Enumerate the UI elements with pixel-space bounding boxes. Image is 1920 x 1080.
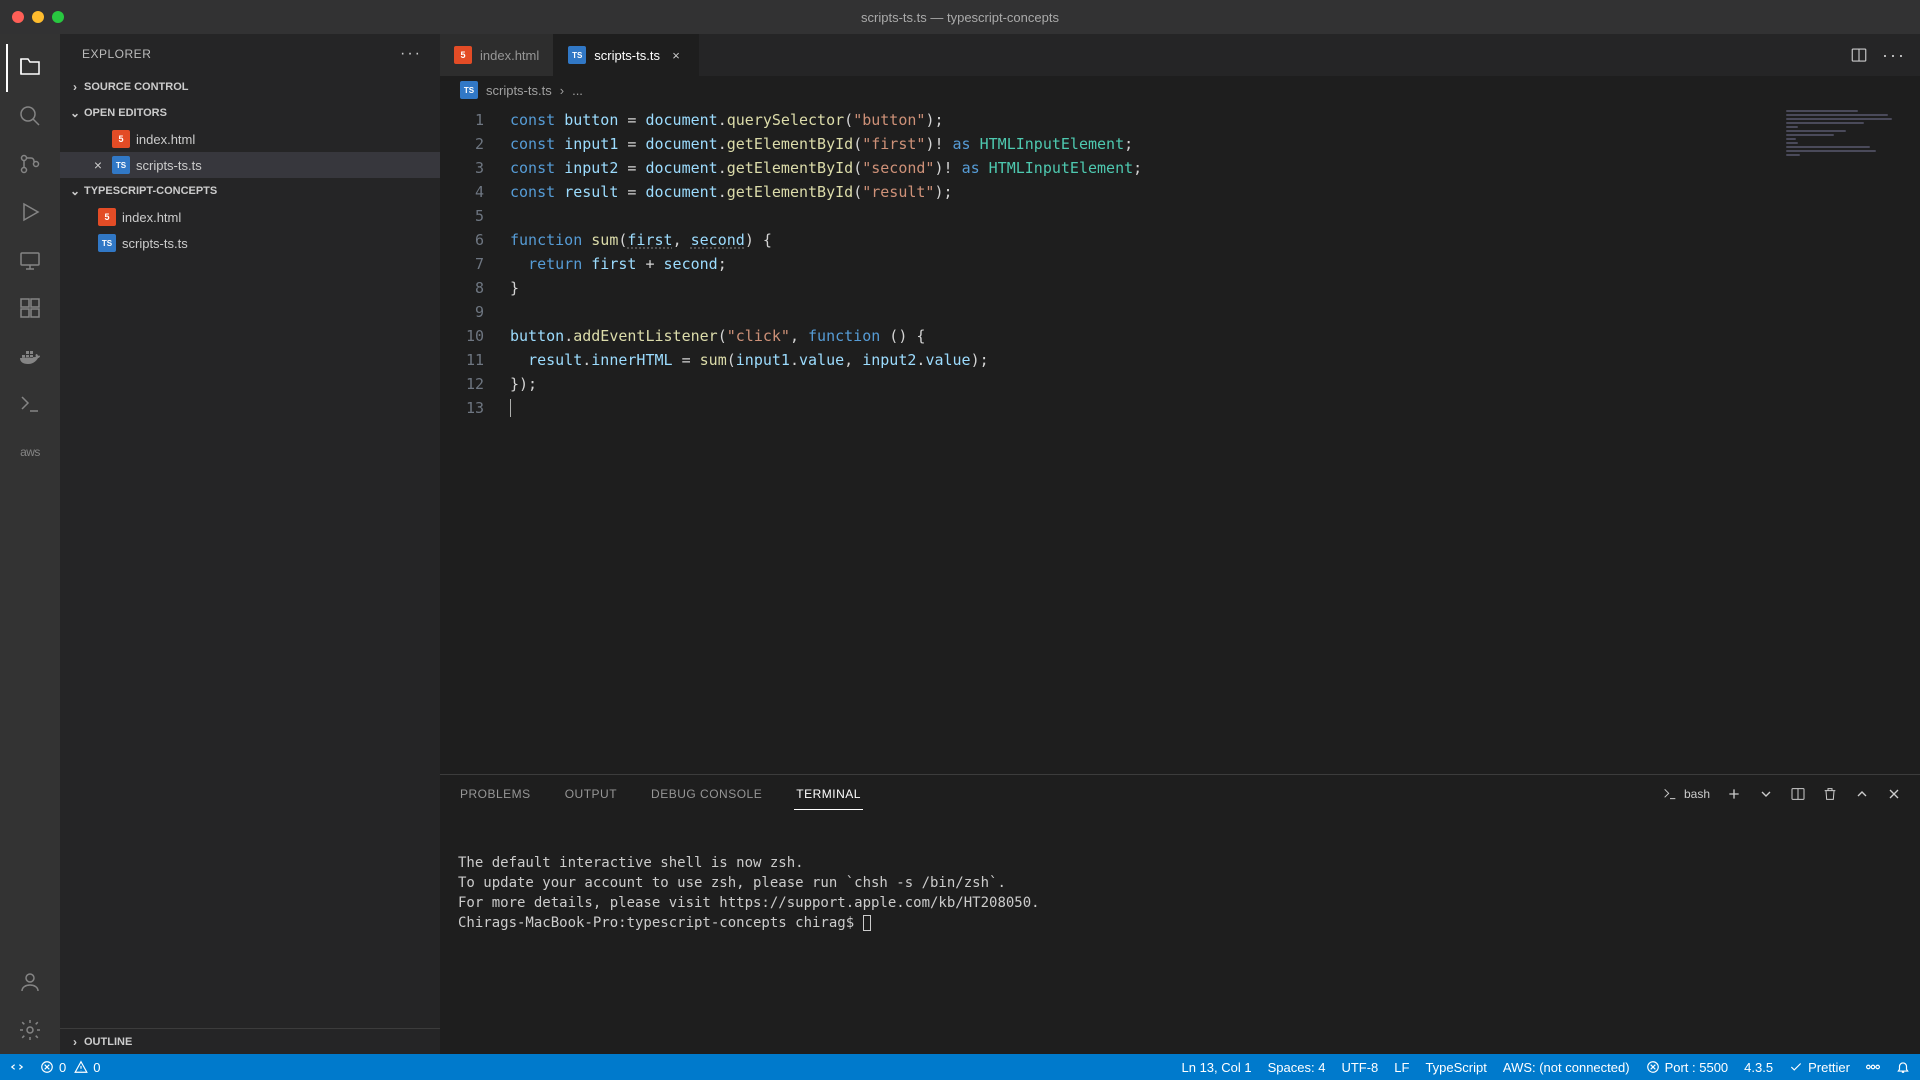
line-gutter: 12345678910111213: [440, 104, 510, 774]
editor-area: 5 index.html TS scripts-ts.ts × ··· TS s…: [440, 34, 1920, 1054]
remote-explorer-icon[interactable]: [6, 236, 54, 284]
open-editors-label: OPEN EDITORS: [84, 107, 167, 119]
ts-file-icon: TS: [98, 234, 116, 252]
eol[interactable]: LF: [1394, 1060, 1409, 1075]
open-editor-item[interactable]: × TS scripts-ts.ts: [60, 152, 440, 178]
minimap[interactable]: [1786, 108, 1906, 148]
chevron-down-icon: ⌄: [68, 106, 82, 120]
window-controls: [12, 11, 64, 23]
debug-console-tab[interactable]: DEBUG CONSOLE: [649, 779, 764, 809]
html-file-icon: 5: [98, 208, 116, 226]
notifications-icon[interactable]: [1896, 1060, 1910, 1074]
minimize-window-button[interactable]: [32, 11, 44, 23]
activity-bar: aws: [0, 34, 60, 1054]
project-label: TYPESCRIPT-CONCEPTS: [84, 185, 217, 197]
ts-file-icon: TS: [112, 156, 130, 174]
problems-tab[interactable]: PROBLEMS: [458, 779, 533, 809]
tab-label: index.html: [480, 48, 539, 63]
file-name: index.html: [136, 132, 195, 147]
code-content[interactable]: const button = document.querySelector("b…: [510, 104, 1920, 774]
kill-terminal-icon[interactable]: [1822, 786, 1838, 802]
close-icon[interactable]: ×: [90, 157, 106, 173]
split-terminal-icon[interactable]: [1790, 786, 1806, 802]
terminal-dropdown-icon[interactable]: [1758, 786, 1774, 802]
breadcrumb[interactable]: TS scripts-ts.ts › ...: [440, 76, 1920, 104]
settings-gear-icon[interactable]: [6, 1006, 54, 1054]
file-name: index.html: [122, 210, 181, 225]
live-server-port[interactable]: Port : 5500: [1646, 1060, 1729, 1075]
shell-name: bash: [1684, 787, 1710, 801]
file-name: scripts-ts.ts: [136, 158, 202, 173]
source-control-icon[interactable]: [6, 140, 54, 188]
file-name: scripts-ts.ts: [122, 236, 188, 251]
feedback-icon[interactable]: [1866, 1060, 1880, 1074]
indentation[interactable]: Spaces: 4: [1268, 1060, 1326, 1075]
editor-tabs: 5 index.html TS scripts-ts.ts × ···: [440, 34, 1920, 76]
close-tab-icon[interactable]: ×: [668, 48, 684, 63]
ts-file-icon: TS: [460, 81, 478, 99]
breadcrumb-file: scripts-ts.ts: [486, 83, 552, 98]
open-editors-section[interactable]: ⌄ OPEN EDITORS: [60, 100, 440, 126]
panel-tabs: PROBLEMS OUTPUT DEBUG CONSOLE TERMINAL b…: [440, 775, 1920, 813]
file-item[interactable]: TS scripts-ts.ts: [60, 230, 440, 256]
encoding[interactable]: UTF-8: [1341, 1060, 1378, 1075]
new-terminal-icon[interactable]: [1726, 786, 1742, 802]
file-item[interactable]: 5 index.html: [60, 204, 440, 230]
shell-selector[interactable]: bash: [1662, 786, 1710, 802]
html-file-icon: 5: [454, 46, 472, 64]
sidebar-header: EXPLORER ···: [60, 34, 440, 74]
ts-file-icon: TS: [568, 46, 586, 64]
sidebar-title: EXPLORER: [82, 47, 151, 61]
outline-label: OUTLINE: [84, 1036, 132, 1048]
typescript-version[interactable]: 4.3.5: [1744, 1060, 1773, 1075]
terminal-tab[interactable]: TERMINAL: [794, 779, 863, 810]
code-editor[interactable]: 12345678910111213 const button = documen…: [440, 104, 1920, 774]
prettier-status[interactable]: Prettier: [1789, 1060, 1850, 1075]
editor-tab[interactable]: 5 index.html: [440, 34, 554, 76]
chevron-right-icon: ›: [560, 83, 564, 98]
html-file-icon: 5: [112, 130, 130, 148]
terminal-shortcut-icon[interactable]: [6, 380, 54, 428]
window-title: scripts-ts.ts — typescript-concepts: [861, 10, 1059, 25]
split-editor-icon[interactable]: [1850, 46, 1868, 64]
breadcrumb-rest: ...: [572, 83, 583, 98]
search-icon[interactable]: [6, 92, 54, 140]
open-editor-item[interactable]: × 5 index.html: [60, 126, 440, 152]
cursor-position[interactable]: Ln 13, Col 1: [1182, 1060, 1252, 1075]
accounts-icon[interactable]: [6, 958, 54, 1006]
chevron-right-icon: ›: [68, 80, 82, 94]
sidebar: EXPLORER ··· › SOURCE CONTROL ⌄ OPEN EDI…: [60, 34, 440, 1054]
titlebar: scripts-ts.ts — typescript-concepts: [0, 0, 1920, 34]
source-control-section[interactable]: › SOURCE CONTROL: [60, 74, 440, 100]
warnings-count[interactable]: 0: [74, 1060, 100, 1075]
tab-label: scripts-ts.ts: [594, 48, 660, 63]
close-window-button[interactable]: [12, 11, 24, 23]
aws-status[interactable]: AWS: (not connected): [1503, 1060, 1630, 1075]
bottom-panel: PROBLEMS OUTPUT DEBUG CONSOLE TERMINAL b…: [440, 774, 1920, 1054]
maximize-window-button[interactable]: [52, 11, 64, 23]
chevron-down-icon: ⌄: [68, 184, 82, 198]
remote-indicator[interactable]: [10, 1060, 24, 1074]
chevron-right-icon: ›: [68, 1035, 82, 1049]
explorer-icon[interactable]: [6, 44, 54, 92]
outline-section[interactable]: › OUTLINE: [60, 1028, 440, 1054]
run-debug-icon[interactable]: [6, 188, 54, 236]
language-mode[interactable]: TypeScript: [1425, 1060, 1486, 1075]
extensions-icon[interactable]: [6, 284, 54, 332]
sidebar-more-icon[interactable]: ···: [400, 45, 422, 63]
project-section[interactable]: ⌄ TYPESCRIPT-CONCEPTS: [60, 178, 440, 204]
errors-count[interactable]: 0: [40, 1060, 66, 1075]
source-control-label: SOURCE CONTROL: [84, 81, 189, 93]
aws-icon[interactable]: aws: [6, 428, 54, 476]
editor-tab[interactable]: TS scripts-ts.ts ×: [554, 34, 699, 76]
statusbar: 0 0 Ln 13, Col 1 Spaces: 4 UTF-8 LF Type…: [0, 1054, 1920, 1080]
editor-more-icon[interactable]: ···: [1882, 45, 1906, 66]
maximize-panel-icon[interactable]: [1854, 786, 1870, 802]
output-tab[interactable]: OUTPUT: [563, 779, 619, 809]
close-panel-icon[interactable]: [1886, 786, 1902, 802]
terminal-content[interactable]: The default interactive shell is now zsh…: [440, 813, 1920, 1054]
docker-icon[interactable]: [6, 332, 54, 380]
